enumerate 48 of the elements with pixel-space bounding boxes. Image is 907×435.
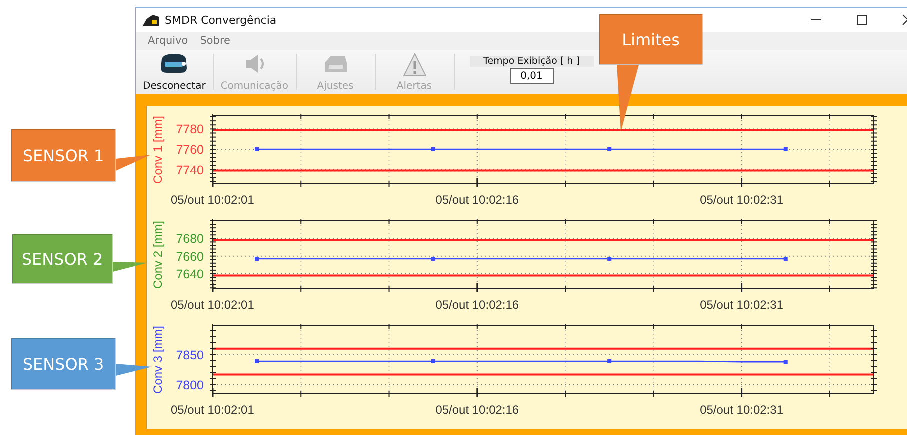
tick-label: 7660 — [176, 250, 204, 264]
axis-title: Conv 3 [mm] — [151, 326, 165, 394]
toolbar-button[interactable]: Desconectar — [139, 50, 210, 94]
data-point — [784, 256, 788, 261]
axis-title: Conv 2 [mm] — [151, 221, 165, 289]
tick-label: 05/out 10:02:16 — [436, 403, 520, 417]
window-title: SMDR Convergência — [165, 14, 277, 26]
tick-label: 05/out 10:02:01 — [171, 403, 254, 417]
axis-title: Conv 1 [mm] — [151, 116, 165, 184]
menu-item[interactable]: Arquivo — [148, 35, 188, 47]
tick-label: 05/out 10:02:16 — [436, 298, 520, 312]
tick-label: 7760 — [176, 143, 204, 157]
tick-label: 7740 — [176, 163, 204, 178]
tick-label: 7800 — [176, 378, 204, 392]
tick-label: 05/out 10:02:01 — [171, 193, 254, 207]
data-point — [608, 256, 612, 261]
tick-label: 7850 — [176, 348, 204, 362]
tick-label: 05/out 10:02:31 — [700, 193, 784, 207]
maximize-icon[interactable] — [856, 14, 868, 26]
tick-label: 7780 — [176, 122, 204, 137]
data-point — [255, 148, 260, 152]
tick-label: 05/out 10:02:16 — [436, 193, 520, 207]
menu-item[interactable]: Sobre — [200, 35, 231, 47]
data-point — [431, 256, 436, 261]
callout-label: SENSOR 3 — [22, 355, 104, 374]
tick-label: 7680 — [176, 232, 204, 246]
tick-label: 05/out 10:02:01 — [171, 298, 254, 312]
callout-label: SENSOR 2 — [22, 250, 104, 269]
data-point — [255, 360, 260, 364]
data-point — [255, 256, 260, 261]
callout-label: SENSOR 1 — [22, 146, 104, 166]
tick-label: 05/out 10:02:31 — [700, 298, 784, 312]
device-icon — [159, 53, 190, 75]
tick-label: 7640 — [176, 267, 204, 282]
callout-label: Limites — [622, 30, 680, 50]
data-point — [608, 360, 612, 364]
warning-icon — [402, 53, 426, 77]
data-point — [784, 148, 788, 152]
tick-label: 05/out 10:02:31 — [700, 403, 784, 417]
data-point — [431, 148, 436, 152]
data-point — [431, 360, 436, 364]
input-field[interactable]: 0,01 — [510, 68, 554, 84]
app-icon — [143, 14, 159, 26]
field-label: Tempo Exibição [ h ] — [470, 56, 594, 67]
machine-icon — [322, 53, 348, 75]
close-icon[interactable] — [902, 14, 907, 26]
data-point — [784, 360, 788, 364]
data-point — [608, 148, 612, 152]
